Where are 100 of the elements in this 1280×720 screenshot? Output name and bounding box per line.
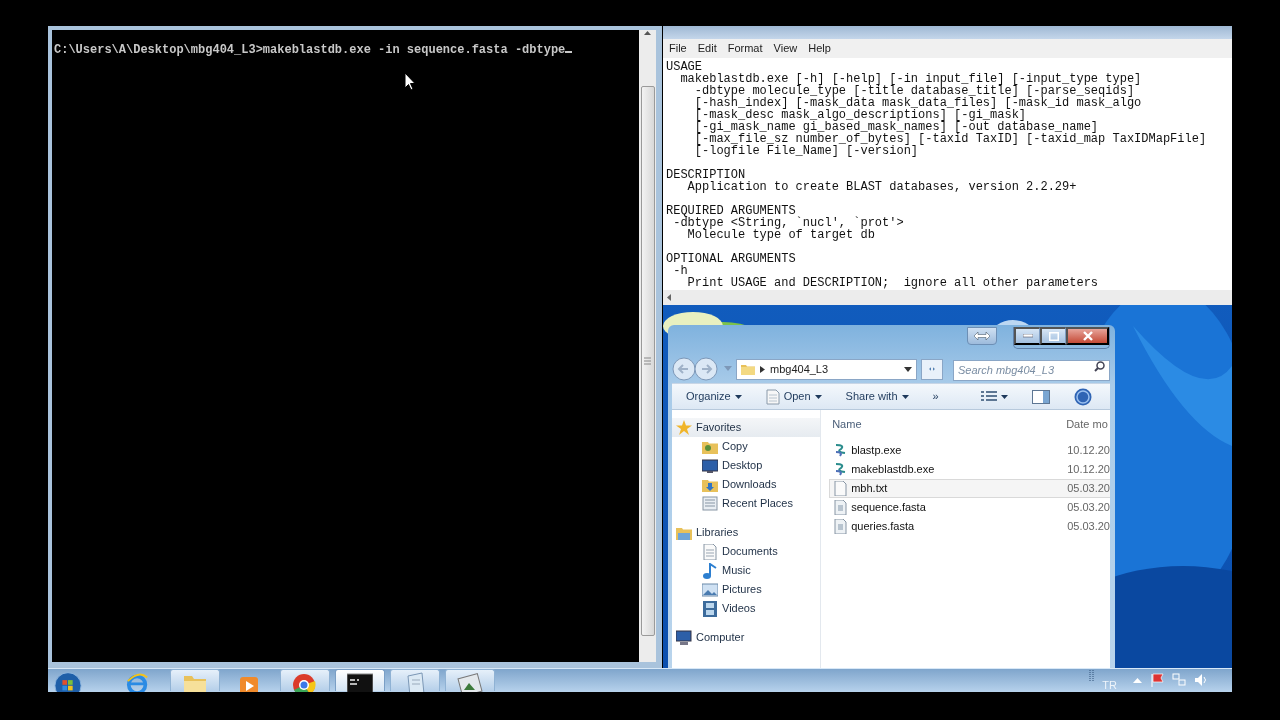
refresh-button[interactable] <box>921 358 943 380</box>
globe-icon <box>126 671 150 692</box>
volume-icon[interactable] <box>1194 673 1208 687</box>
back-forward-icon[interactable] <box>672 357 720 381</box>
scroll-left-icon[interactable] <box>666 293 672 302</box>
file-name: makeblastdb.exe <box>851 462 935 478</box>
file-date: 05.03.20 <box>1067 481 1110 497</box>
search-field[interactable]: Search mbg404_L3 <box>953 359 1110 381</box>
column-header[interactable]: Name <box>829 415 1067 433</box>
document-icon <box>833 481 848 496</box>
text-line: OPTIONAL ARGUMENTS <box>666 253 797 265</box>
document-icon <box>702 543 718 560</box>
text-line: makeblastdb.exe [-h] [-help] [-in input_file] [-input_type type] <box>679 73 1143 85</box>
help-icon <box>1074 387 1092 406</box>
chrome-icon <box>292 672 318 692</box>
text-line: DESCRIPTION <box>666 169 746 181</box>
file-date: 10.12.20 <box>1067 462 1110 478</box>
monitor-icon <box>702 457 718 474</box>
flag-icon[interactable] <box>1150 673 1164 687</box>
menu-item[interactable]: Format <box>723 40 770 57</box>
navigation-item[interactable]: Libraries <box>672 523 821 542</box>
text-line: [-mask_desc mask_algo_descriptions] [-gi_mask] <box>693 109 1027 121</box>
grip-icon <box>644 357 651 365</box>
text-line: Application to create BLAST databases, version 2.2.29+ <box>686 181 1078 193</box>
taskbar-button[interactable] <box>335 669 385 691</box>
navigation-item[interactable]: Documents <box>672 542 821 561</box>
maximize-button[interactable] <box>1040 327 1066 345</box>
navigation-item[interactable]: Computer <box>672 628 821 647</box>
pane-icon <box>1032 389 1050 404</box>
navigation-item[interactable]: Desktop <box>672 456 821 475</box>
view-list-icon <box>981 390 997 403</box>
pointer-icon <box>404 72 416 91</box>
navigation-item[interactable]: Recent Places <box>672 494 821 513</box>
star-icon <box>676 419 692 436</box>
text-area[interactable] <box>663 58 1232 290</box>
navigation-item[interactable]: Downloads <box>672 475 821 494</box>
file-row[interactable]: queries.fasta 05.03.20 <box>829 517 1110 536</box>
more-button[interactable]: » <box>926 386 945 407</box>
double-arrow-icon <box>974 332 990 340</box>
caret-icon <box>734 394 742 399</box>
text-line: Molecule type of target db <box>687 229 875 241</box>
caret-icon <box>814 394 822 399</box>
text-line: REQUIRED ARGUMENTS <box>666 205 797 217</box>
document-icon <box>833 500 848 515</box>
document-icon <box>833 519 848 534</box>
maximize-icon <box>1048 331 1059 341</box>
address-text: mbg404_L3 <box>770 361 830 377</box>
menu-button[interactable]: Organize <box>680 386 748 407</box>
minimize-button[interactable] <box>1014 327 1040 345</box>
picture-icon <box>702 581 718 598</box>
file-row[interactable]: blastp.exe 10.12.20 <box>829 441 1110 460</box>
scrollbar[interactable] <box>639 30 656 662</box>
caret-icon <box>901 394 909 399</box>
text-cursor <box>565 51 573 53</box>
navigation-item[interactable]: Music <box>672 561 821 580</box>
scroll-thumb[interactable] <box>640 86 655 636</box>
navigation-item[interactable]: Favorites <box>672 418 821 437</box>
address-bar[interactable]: mbg404_L3 <box>736 358 917 380</box>
text-line: Print USAGE and DESCRIPTION; ignore all other parameters <box>686 277 1100 289</box>
menu-item[interactable]: File <box>665 40 694 57</box>
text-line: -dbtype <String, `nucl', `prot'> <box>673 217 905 229</box>
command-line: C:\Users\A\Desktop\mbg404_L3>makeblastdb.exe -in sequence.fasta -dbtype <box>54 43 566 57</box>
navigation-item[interactable]: Copy <box>672 437 821 456</box>
menu-item[interactable]: Edit <box>693 40 724 57</box>
caret-icon[interactable] <box>904 366 912 372</box>
open-button[interactable]: Open <box>759 386 828 407</box>
file-name: sequence.fasta <box>851 500 926 516</box>
horizontal-scrollbar[interactable] <box>663 290 1232 305</box>
folder-icon <box>741 363 755 375</box>
file-row[interactable]: sequence.fasta 05.03.20 <box>829 498 1110 517</box>
computer-icon <box>676 629 692 646</box>
snap-button[interactable] <box>967 327 997 345</box>
chevron-icon[interactable] <box>760 365 765 373</box>
navigation-item[interactable]: Videos <box>672 599 821 618</box>
menu-item[interactable]: View <box>769 40 805 57</box>
navigation-item[interactable]: Pictures <box>672 580 821 599</box>
close-button[interactable] <box>1066 327 1109 345</box>
program-icon <box>833 443 848 458</box>
windows-orb-icon <box>54 671 82 692</box>
text-line: [-hash_index] [-mask_data mask_data_files] [-mask_id mask_algo <box>693 97 1143 109</box>
document-icon <box>765 388 780 405</box>
file-name: mbh.txt <box>851 481 888 497</box>
file-date: 05.03.20 <box>1067 500 1110 516</box>
grip-icon <box>1089 669 1095 683</box>
text-line: -dbtype molecule_type [-title database_title] [-parse_seqids] <box>693 85 1135 97</box>
show-hidden-icon[interactable] <box>1133 677 1142 683</box>
menu-item[interactable]: Help <box>804 40 838 57</box>
menu-button[interactable]: Share with <box>839 386 915 407</box>
console-icon <box>347 672 373 692</box>
file-date: 05.03.20 <box>1067 519 1110 535</box>
minimize-icon <box>1022 334 1033 338</box>
file-row[interactable]: mbh.txt 05.03.20 <box>829 479 1110 498</box>
file-row[interactable]: makeblastdb.exe 10.12.20 <box>829 460 1110 479</box>
column-header[interactable]: Date mo <box>1066 415 1108 433</box>
file-name: queries.fasta <box>851 519 915 535</box>
caret-icon <box>1001 394 1008 399</box>
text-line: [-max_file_sz number_of_bytes] [-taxid TaxID] [-taxid_map TaxIDMapFile] <box>693 133 1208 145</box>
music-note-icon <box>702 562 718 579</box>
search-icon[interactable] <box>1094 361 1105 372</box>
scroll-up-icon[interactable] <box>643 30 652 36</box>
